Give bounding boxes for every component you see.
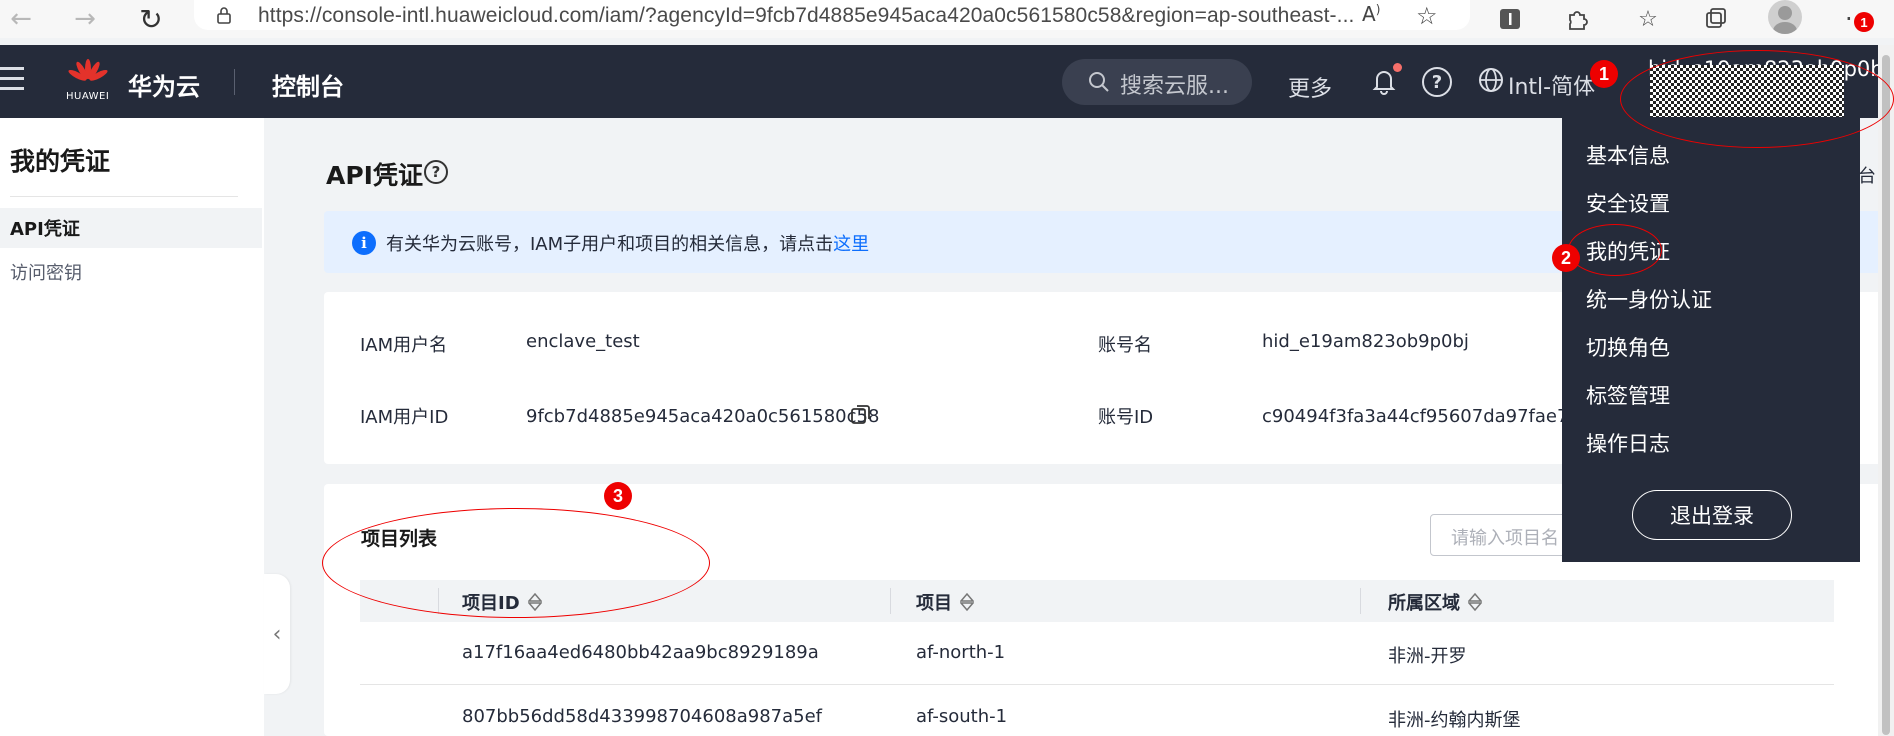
menu-item-iam[interactable]: 统一身份认证 [1586, 284, 1712, 314]
sidebar-collapse-toggle[interactable]: ‹ [264, 574, 290, 694]
project-id-cell: a17f16aa4ed6480bb42aa9bc8929189a [462, 642, 819, 663]
sort-icon[interactable] [960, 593, 974, 611]
add-favorite-icon[interactable]: ☆ [1416, 2, 1438, 30]
logo-text: HUAWEI [66, 91, 110, 102]
annotation-badge-1-small: 1 [1854, 12, 1874, 32]
iam-user-value: enclave_test [526, 331, 640, 352]
column-header-region[interactable]: 所属区域 [1388, 589, 1482, 615]
sidebar-item-api-credentials[interactable]: API凭证 [0, 208, 262, 248]
menu-item-security-settings[interactable]: 安全设置 [1586, 188, 1670, 218]
console-link[interactable]: 控制台 [272, 67, 344, 102]
extension-i-icon[interactable] [1494, 4, 1526, 34]
profile-avatar[interactable] [1768, 0, 1802, 34]
project-region-cell: 非洲-约翰内斯堡 [1388, 710, 1521, 731]
project-name-cell: af-south-1 [916, 706, 1008, 727]
globe-icon[interactable] [1478, 67, 1504, 93]
column-header-label: 项目 [916, 593, 952, 614]
project-search-placeholder: 请输入项目名 [1451, 528, 1559, 549]
sidebar-divider [10, 196, 238, 197]
row-divider [360, 684, 1834, 685]
annotation-ellipse-2 [1568, 224, 1662, 276]
scroll-thumb[interactable] [1882, 55, 1890, 735]
lock-icon [217, 7, 231, 24]
project-region-cell: 非洲-开罗 [1388, 646, 1467, 667]
info-link[interactable]: 这里 [833, 234, 869, 255]
annotation-ellipse-3 [322, 508, 710, 618]
column-divider [1360, 588, 1361, 614]
service-search[interactable]: 搜索云服... [1062, 59, 1252, 105]
collections-icon[interactable] [1700, 4, 1732, 34]
logout-button[interactable]: 退出登录 [1632, 490, 1792, 540]
iam-user-label: IAM用户名 [360, 335, 448, 356]
project-name-cell: af-north-1 [916, 642, 1006, 663]
menu-item-basic-info[interactable]: 基本信息 [1586, 140, 1670, 170]
column-divider [890, 588, 891, 614]
browser-toolbar: ← → ↻ https://console-intl.huaweicloud.c… [0, 0, 1894, 38]
annotation-badge-1: 1 [1590, 60, 1618, 88]
help-icon[interactable]: ? [1422, 67, 1452, 97]
account-id-value: c90494f3fa3a44cf95607da97fae75b1 [1262, 406, 1603, 427]
info-text: 有关华为云账号，IAM子用户和项目的相关信息，请点击这里 [386, 230, 869, 256]
url-text: https://console-intl.huaweicloud.com/iam… [258, 4, 1355, 27]
back-arrow-icon[interactable]: ← [4, 4, 38, 34]
page-scrollbar[interactable] [1878, 45, 1894, 736]
sidebar-item-access-keys[interactable]: 访问密钥 [0, 252, 262, 292]
annotation-ellipse-1 [1620, 50, 1894, 148]
menu-item-switch-role[interactable]: 切换角色 [1586, 332, 1670, 362]
column-header-project[interactable]: 项目 [916, 589, 974, 615]
notification-dot [1393, 63, 1402, 72]
left-sidebar: 我的凭证 API凭证 访问密钥 [0, 118, 264, 736]
account-id-label: 账号ID [1098, 407, 1154, 428]
chevron-left-icon: ‹ [272, 621, 282, 647]
sort-icon[interactable] [1468, 593, 1482, 611]
menu-item-tag-management[interactable]: 标签管理 [1586, 380, 1670, 410]
iam-user-id-label: IAM用户ID [360, 407, 449, 428]
project-id-cell: 807bb56dd58d433998704608a987a5ef [462, 706, 822, 727]
forward-arrow-icon[interactable]: → [68, 4, 102, 34]
header-divider [234, 69, 235, 95]
search-icon [1089, 72, 1109, 92]
extensions-icon[interactable] [1562, 4, 1594, 34]
language-switch[interactable]: Intl-简体 [1508, 69, 1595, 101]
user-dropdown-menu: 基本信息 安全设置 我的凭证 统一身份认证 切换角色 标签管理 操作日志 退出登… [1562, 118, 1860, 562]
info-message: 有关华为云账号，IAM子用户和项目的相关信息，请点击 [386, 234, 834, 255]
title-help-icon[interactable]: ? [424, 160, 448, 184]
column-header-label: 所属区域 [1388, 593, 1460, 614]
annotation-badge-2: 2 [1552, 244, 1580, 272]
address-bar[interactable]: https://console-intl.huaweicloud.com/iam… [194, 0, 1470, 30]
read-aloud-icon[interactable]: A) [1362, 2, 1380, 26]
brand-name[interactable]: 华为云 [128, 67, 200, 102]
copy-icon[interactable] [850, 403, 872, 425]
sidebar-title: 我的凭证 [10, 147, 111, 176]
iam-user-id-value: 9fcb7d4885e945aca420a0c561580c58 [526, 406, 880, 427]
favorites-icon[interactable]: ☆ [1632, 4, 1664, 34]
reload-icon[interactable]: ↻ [134, 3, 168, 36]
info-icon: i [352, 231, 376, 255]
truncated-text: 台 [1858, 166, 1876, 187]
more-menu[interactable]: 更多 [1288, 71, 1332, 103]
page-title: API凭证 [326, 161, 423, 190]
account-name-value: hid_e19am823ob9p0bj [1262, 331, 1469, 352]
account-name-label: 账号名 [1098, 335, 1152, 356]
hamburger-menu-icon[interactable] [0, 67, 26, 93]
menu-item-operation-logs[interactable]: 操作日志 [1586, 428, 1670, 458]
annotation-badge-3: 3 [604, 482, 632, 510]
bell-icon[interactable] [1370, 67, 1398, 95]
search-placeholder: 搜索云服... [1120, 74, 1229, 99]
